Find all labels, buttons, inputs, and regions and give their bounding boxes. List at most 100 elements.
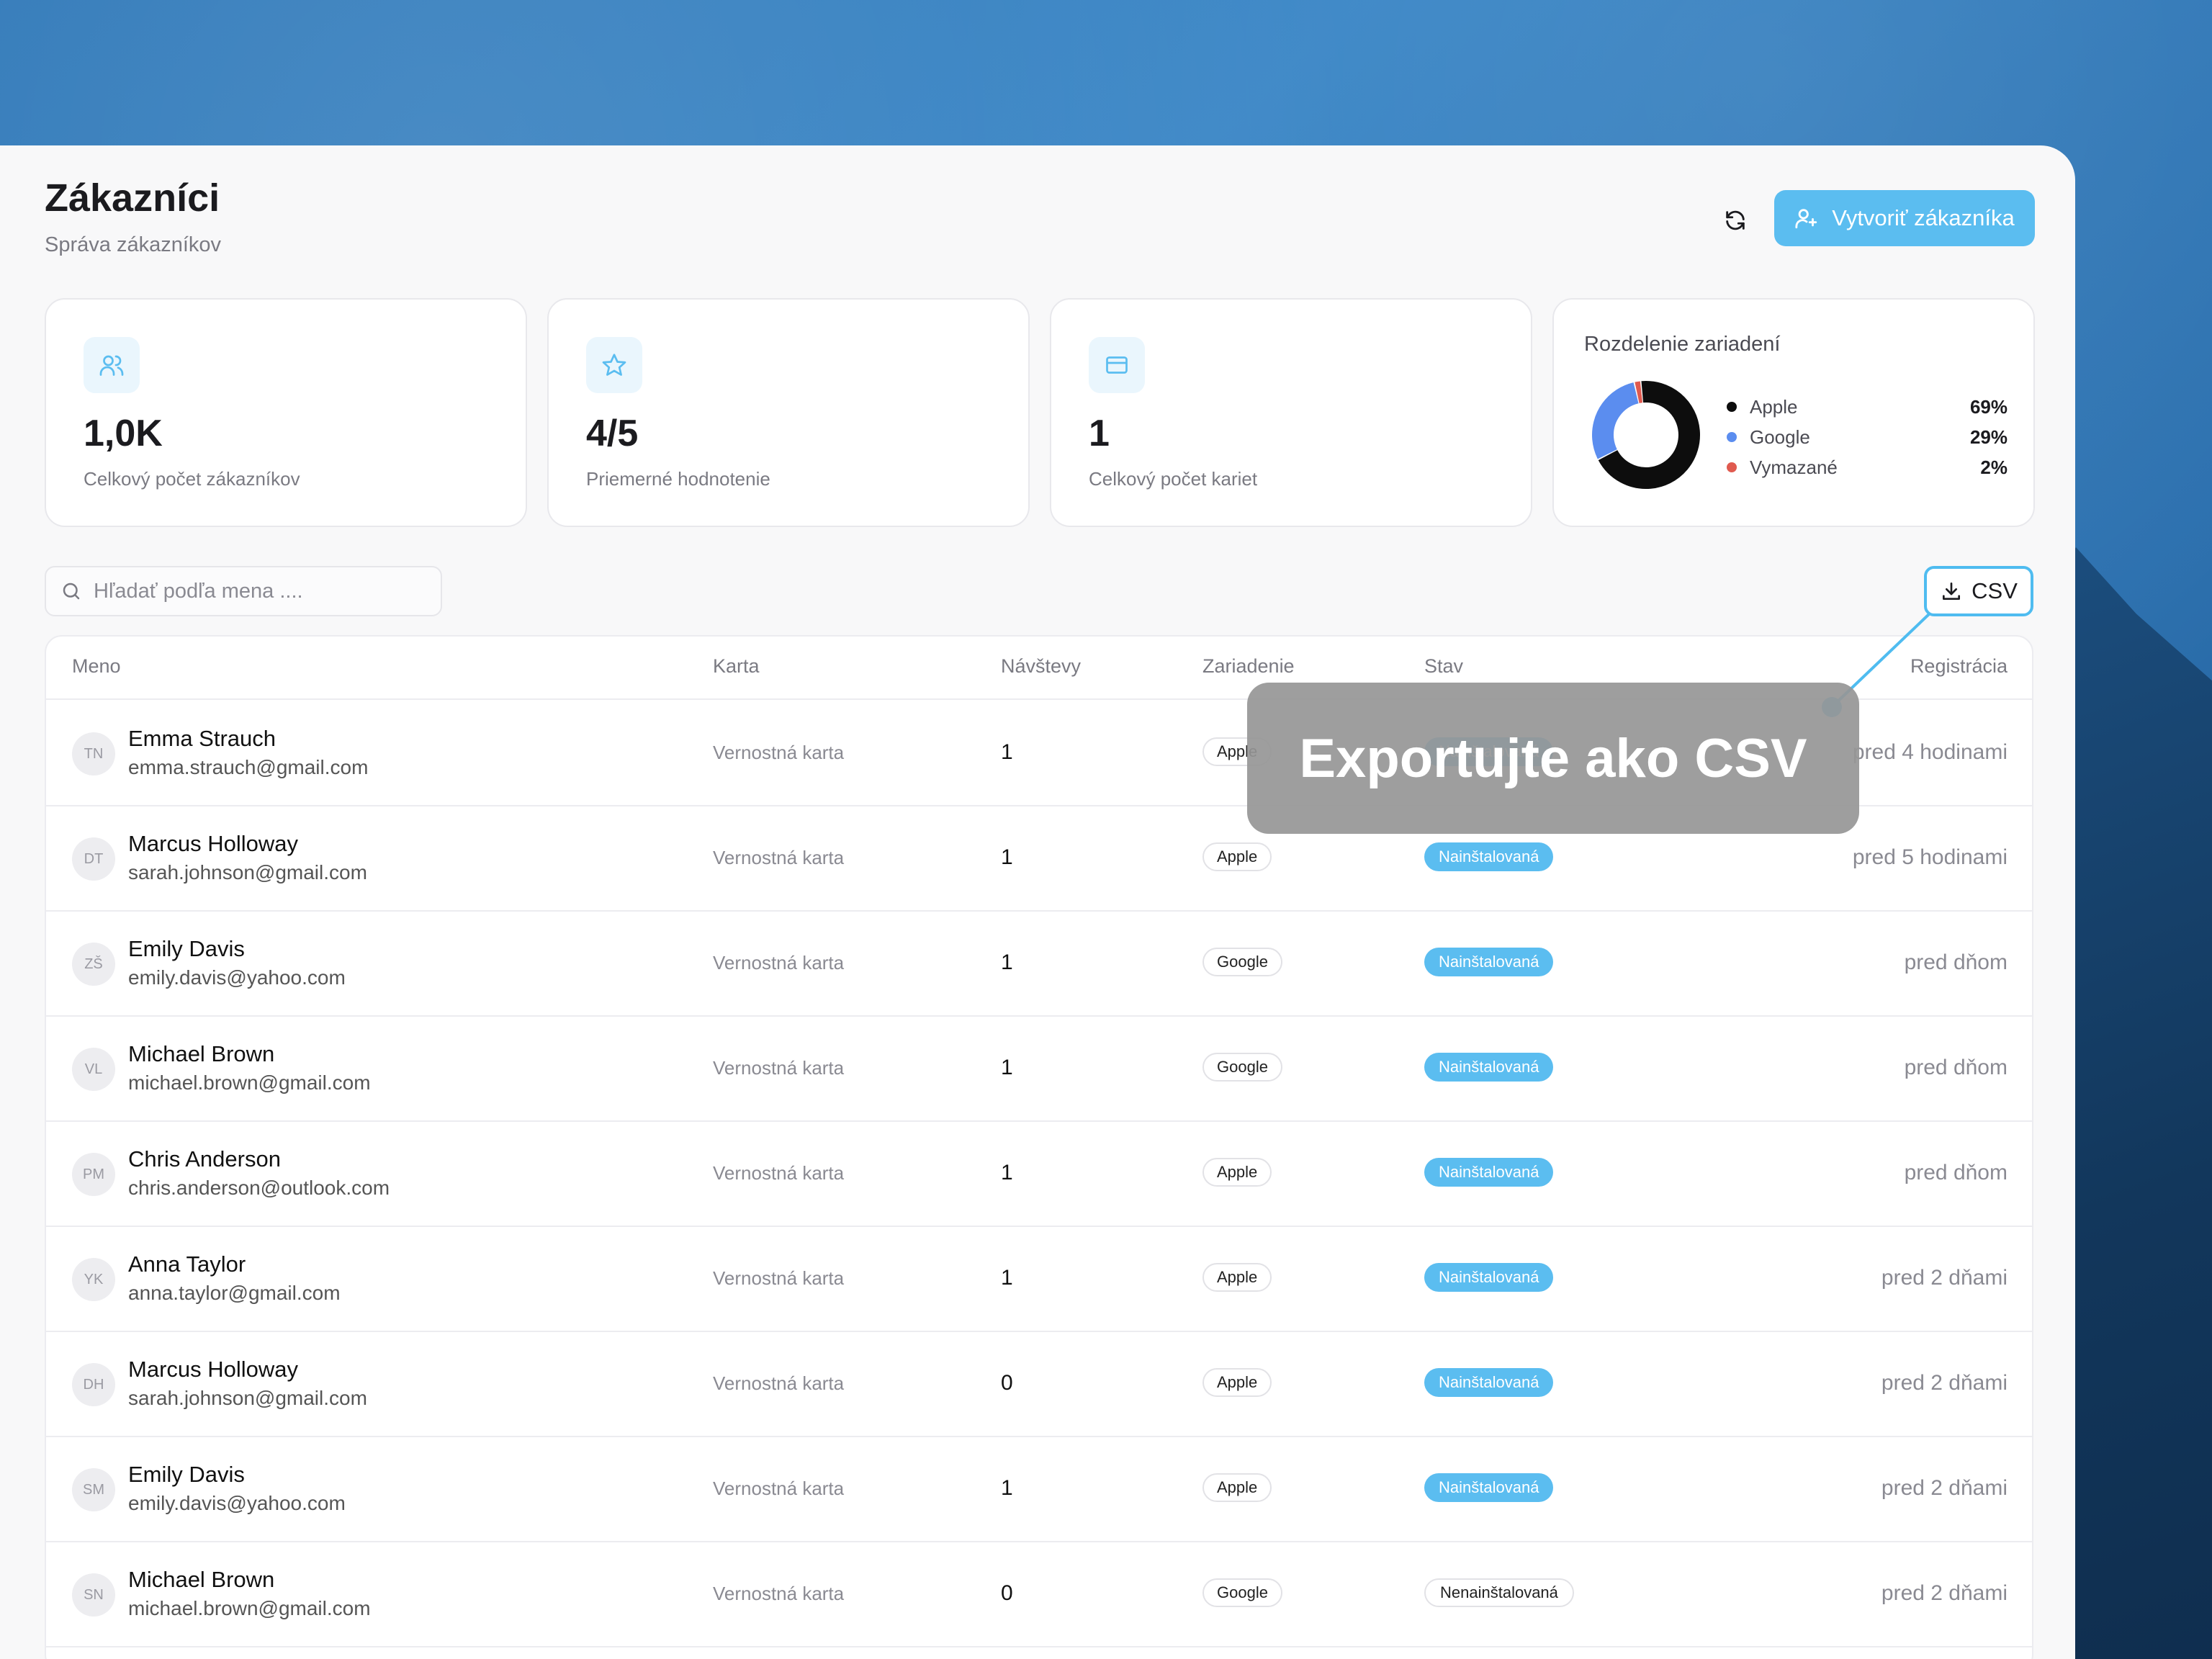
- avatar: SN: [72, 1573, 115, 1617]
- header-device[interactable]: Zariadenie: [1202, 655, 1295, 678]
- card-type: Vernostná karta: [713, 1372, 845, 1394]
- stat-value: 4/5: [586, 413, 639, 454]
- stat-card-customers: 1,0K Celkový počet zákazníkov: [45, 298, 527, 527]
- customer-email: michael.brown@gmail.com: [128, 1597, 371, 1619]
- status-badge: Nainštalovaná: [1424, 1368, 1554, 1397]
- card-type: Vernostná karta: [713, 1267, 845, 1289]
- page-title: Zákazníci: [45, 176, 220, 220]
- customer-name: Marcus Holloway: [128, 831, 299, 856]
- avatar: ZŠ: [72, 943, 115, 986]
- table-row[interactable]: YK Anna Taylor anna.taylor@gmail.com Vernos…: [46, 1227, 2032, 1332]
- download-icon: [1943, 583, 1961, 600]
- registration-time: pred 2 dňami: [1881, 1581, 2008, 1605]
- stat-label: Celkový počet kariet: [1089, 468, 1258, 490]
- card-type: Vernostná karta: [713, 742, 845, 763]
- legend-item: Vymazané 2%: [1727, 452, 2008, 482]
- chart-legend: Apple 69% Google 29% Vymazané 2%: [1727, 392, 2008, 482]
- legend-value: 2%: [1980, 456, 2008, 478]
- customer-email: sarah.johnson@gmail.com: [128, 861, 367, 884]
- stat-value: 1,0K: [84, 413, 163, 454]
- table-row[interactable]: SN Michael Brown michael.brown@gmail.com Ve…: [46, 1542, 2032, 1647]
- header-card[interactable]: Karta: [713, 655, 760, 678]
- search-icon: [63, 583, 80, 600]
- table-row[interactable]: PM Chris Anderson chris.anderson@outlook.c…: [46, 1122, 2032, 1227]
- device-badge: Apple: [1202, 1158, 1272, 1187]
- search-box: [45, 566, 442, 616]
- customers-panel: Zákazníci Správa zákazníkov Vytvoriť zák…: [0, 145, 2075, 1659]
- legend-label: Google: [1750, 426, 1810, 448]
- status-badge: Nainštalovaná: [1424, 1473, 1554, 1502]
- legend-dot: [1727, 462, 1737, 472]
- table-row[interactable]: SM Emily Davis emily.davis@yahoo.com Vernos…: [46, 1437, 2032, 1542]
- customer-name: Emily Davis: [128, 936, 245, 961]
- header-visits[interactable]: Návštevy: [1001, 655, 1081, 678]
- legend-label: Apple: [1750, 395, 1798, 418]
- visit-count: 1: [1001, 950, 1013, 974]
- avatar: DT: [72, 837, 115, 881]
- stat-card-cards: 1 Celkový počet kariet: [1050, 298, 1532, 527]
- status-badge: Nainštalovaná: [1424, 842, 1554, 871]
- legend-item: Apple 69%: [1727, 392, 2008, 422]
- card-type: Vernostná karta: [713, 952, 845, 974]
- customer-name: Chris Anderson: [128, 1146, 281, 1172]
- device-donut-chart: [1592, 381, 1700, 489]
- status-badge: Nainštalovaná: [1424, 1158, 1554, 1187]
- registration-time: pred 2 dňami: [1881, 1371, 2008, 1395]
- card-type: Vernostná karta: [713, 1057, 845, 1079]
- star-icon: [586, 337, 642, 393]
- page-subtitle: Správa zákazníkov: [45, 233, 222, 256]
- customer-email: emily.davis@yahoo.com: [128, 1492, 346, 1514]
- visit-count: 0: [1001, 1581, 1013, 1605]
- visit-count: 1: [1001, 1161, 1013, 1184]
- customer-email: emma.strauch@gmail.com: [128, 756, 369, 778]
- csv-export-button[interactable]: CSV: [1924, 566, 2033, 616]
- stat-label: Celkový počet zákazníkov: [84, 468, 300, 490]
- registration-time: pred 2 dňami: [1881, 1266, 2008, 1290]
- status-badge: Nainštalovaná: [1424, 1053, 1554, 1082]
- header-name[interactable]: Meno: [72, 655, 121, 678]
- device-badge: Google: [1202, 948, 1282, 976]
- create-customer-button[interactable]: Vytvoriť zákazníka: [1774, 190, 2035, 246]
- legend-item: Google 29%: [1727, 422, 2008, 452]
- card-type: Vernostná karta: [713, 1478, 845, 1499]
- registration-time: pred dňom: [1904, 1161, 2008, 1184]
- customer-email: michael.brown@gmail.com: [128, 1071, 371, 1094]
- status-badge: Nenainštalovaná: [1424, 1578, 1574, 1607]
- table-row[interactable]: VL Michael Brown michael.brown@gmail.com Ve…: [46, 1017, 2032, 1122]
- legend-label: Vymazané: [1750, 456, 1838, 478]
- header-status[interactable]: Stav: [1424, 655, 1463, 678]
- device-badge: Apple: [1202, 1473, 1272, 1502]
- visit-count: 1: [1001, 845, 1013, 869]
- avatar: SM: [72, 1468, 115, 1511]
- device-badge: Apple: [1202, 1263, 1272, 1292]
- users-icon: [84, 337, 140, 393]
- registration-time: pred dňom: [1904, 950, 2008, 974]
- header-registration[interactable]: Registrácia: [1910, 655, 2008, 678]
- device-badge: Google: [1202, 1053, 1282, 1082]
- stat-card-rating: 4/5 Priemerné hodnotenie: [547, 298, 1030, 527]
- registration-time: pred 5 hodinami: [1852, 845, 2008, 869]
- registration-time: pred 2 dňami: [1881, 1476, 2008, 1500]
- table-row[interactable]: ZŠ Emily Davis emily.davis@yahoo.com Vernos…: [46, 912, 2032, 1017]
- export-csv-tooltip: Exportujte ako CSV: [1247, 683, 1859, 834]
- customer-email: emily.davis@yahoo.com: [128, 966, 346, 989]
- stat-label: Priemerné hodnotenie: [586, 468, 770, 490]
- device-badge: Apple: [1202, 1368, 1272, 1397]
- avatar: PM: [72, 1153, 115, 1196]
- customer-email: anna.taylor@gmail.com: [128, 1282, 341, 1304]
- search-input[interactable]: [94, 579, 432, 603]
- visit-count: 1: [1001, 1056, 1013, 1079]
- visit-count: 0: [1001, 1371, 1013, 1395]
- visit-count: 1: [1001, 1476, 1013, 1500]
- chart-title: Rozdelenie zariadení: [1584, 333, 1781, 356]
- status-badge: Nainštalovaná: [1424, 1263, 1554, 1292]
- avatar: YK: [72, 1258, 115, 1301]
- customer-email: chris.anderson@outlook.com: [128, 1177, 390, 1199]
- table-row[interactable]: DH Marcus Holloway sarah.johnson@gmail.com…: [46, 1332, 2032, 1437]
- refresh-button[interactable]: [1715, 200, 1755, 240]
- refresh-icon: [1726, 210, 1745, 230]
- legend-value: 69%: [1969, 395, 2008, 418]
- customer-name: Emma Strauch: [128, 726, 276, 751]
- legend-dot: [1727, 432, 1737, 442]
- device-badge: Google: [1202, 1578, 1282, 1607]
